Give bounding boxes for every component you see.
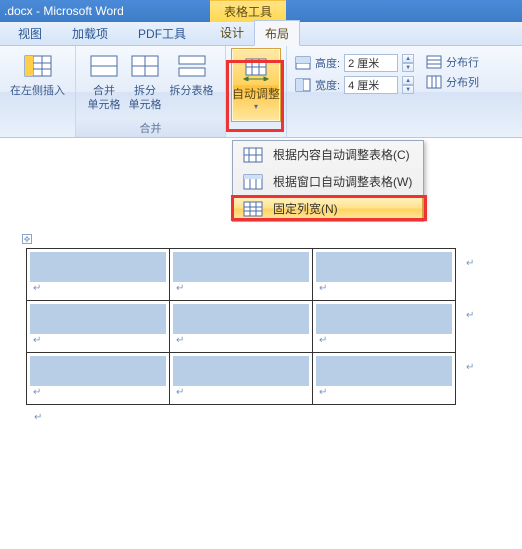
height-label: 高度: xyxy=(315,55,340,71)
paragraph-mark: ↵ xyxy=(466,362,474,373)
insert-left-label: 在左侧插入 xyxy=(10,84,65,98)
fit-window-icon xyxy=(241,174,265,190)
word-table[interactable]: ↵ ↵ ↵ ↵ ↵ ↵ ↵ ↵ ↵ xyxy=(26,248,456,405)
autofit-icon xyxy=(240,53,272,85)
height-input[interactable]: 2 厘米 xyxy=(344,54,398,72)
merge-group-label: 合并 xyxy=(76,118,225,137)
tool-context-label: 表格工具 xyxy=(210,0,286,22)
menu-fixed-width-label: 固定列宽(N) xyxy=(273,200,338,217)
split-cells-button[interactable]: 拆分 单元格 xyxy=(125,48,166,115)
group-insert: 在左侧插入 xyxy=(0,46,76,137)
merge-cells-label: 合并 单元格 xyxy=(88,84,121,113)
ribbon: 在左侧插入 合并 单元格 拆分 单元格 拆分表格 xyxy=(0,46,522,138)
menu-fit-content-label: 根据内容自动调整表格(C) xyxy=(273,146,410,163)
tab-design[interactable]: 设计 xyxy=(210,20,254,45)
menu-fixed-width[interactable]: 固定列宽(N) xyxy=(233,195,423,222)
split-table-button[interactable]: 拆分表格 xyxy=(166,48,218,115)
tab-view[interactable]: 视图 xyxy=(6,21,54,45)
group-distribute: 分布行 分布列 xyxy=(420,46,487,137)
width-input[interactable]: 4 厘米 xyxy=(344,76,398,94)
col-width-icon xyxy=(295,77,311,93)
table-anchor-icon[interactable]: ✥ xyxy=(22,234,32,244)
group-merge: 合并 单元格 拆分 单元格 拆分表格 合并 xyxy=(76,46,226,137)
autofit-label: 自动调整 xyxy=(232,85,280,102)
split-cells-label: 拆分 单元格 xyxy=(129,84,162,113)
ribbon-tabs: 表格工具 视图 加载项 PDF工具 设计 布局 xyxy=(0,22,522,46)
merge-cells-button[interactable]: 合并 单元格 xyxy=(84,48,125,115)
title-text: .docx - Microsoft Word xyxy=(4,4,124,18)
autofit-dropdown: 根据内容自动调整表格(C) 根据窗口自动调整表格(W) 固定列宽(N) xyxy=(232,140,424,223)
distribute-rows-button[interactable]: 分布行 xyxy=(426,54,479,70)
distribute-rows-icon xyxy=(426,54,442,70)
split-table-label: 拆分表格 xyxy=(170,84,214,98)
paragraph-mark: ↵ xyxy=(34,412,42,423)
width-spin[interactable]: ▲▼ xyxy=(402,76,414,94)
row-height-icon xyxy=(295,55,311,71)
table-row: ↵ ↵ ↵ xyxy=(27,301,456,353)
chevron-down-icon: ▾ xyxy=(254,102,258,111)
distribute-rows-label: 分布行 xyxy=(446,54,479,70)
table-row: ↵ ↵ ↵ xyxy=(27,249,456,301)
group-size: 高度: 2 厘米 ▲▼ 宽度: 4 厘米 ▲▼ xyxy=(286,46,420,137)
tab-layout[interactable]: 布局 xyxy=(254,20,300,46)
menu-fit-window-label: 根据窗口自动调整表格(W) xyxy=(273,173,412,190)
tab-addin[interactable]: 加载项 xyxy=(60,21,120,45)
fixed-width-icon xyxy=(241,201,265,217)
fit-content-icon xyxy=(241,147,265,163)
insert-left-button[interactable]: 在左侧插入 xyxy=(6,48,69,100)
group-autofit: 自动调整 ▾ xyxy=(226,46,286,137)
paragraph-mark: ↵ xyxy=(466,310,474,321)
distribute-cols-icon xyxy=(426,74,442,90)
table-row: ↵ ↵ ↵ xyxy=(27,353,456,405)
tab-pdf[interactable]: PDF工具 xyxy=(126,21,198,45)
distribute-cols-button[interactable]: 分布列 xyxy=(426,74,479,90)
split-cells-icon xyxy=(129,50,161,82)
split-table-icon xyxy=(176,50,208,82)
insert-left-icon xyxy=(22,50,54,82)
height-spin[interactable]: ▲▼ xyxy=(402,54,414,72)
paragraph-mark: ↵ xyxy=(466,258,474,269)
menu-fit-content[interactable]: 根据内容自动调整表格(C) xyxy=(233,141,423,168)
menu-fit-window[interactable]: 根据窗口自动调整表格(W) xyxy=(233,168,423,195)
distribute-cols-label: 分布列 xyxy=(446,74,479,90)
autofit-button[interactable]: 自动调整 ▾ xyxy=(231,48,281,122)
merge-cells-icon xyxy=(88,50,120,82)
document-area: ✥ ↵ ↵ ↵ ↵ ↵ ↵ ↵ ↵ ↵ ↵ ↵ ↵ ↵ xyxy=(0,222,522,549)
width-label: 宽度: xyxy=(315,77,340,93)
